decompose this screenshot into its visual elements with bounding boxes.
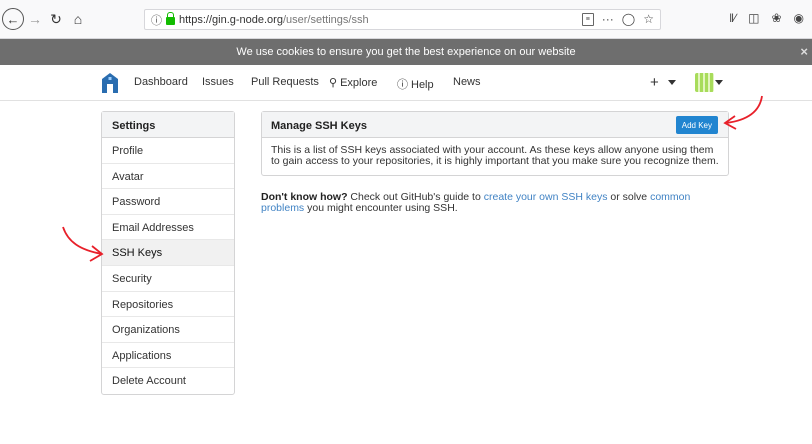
- nav-explore-label: Explore: [340, 77, 378, 89]
- gin-logo-icon[interactable]: [102, 73, 118, 93]
- nav-help-label: Help: [411, 79, 434, 91]
- close-icon[interactable]: ×: [800, 44, 808, 59]
- sidebar-item-ssh-keys[interactable]: SSH Keys: [102, 240, 234, 266]
- back-arrow-icon[interactable]: ←: [2, 8, 24, 30]
- panel-description: This is a list of SSH keys associated wi…: [271, 144, 719, 167]
- sidebar-toggle-icon[interactable]: ◫: [748, 11, 759, 25]
- home-icon[interactable]: ⌂: [69, 9, 87, 29]
- address-bar-tools: ≡ ··· ◯ ☆: [581, 12, 654, 26]
- nav-pull-requests[interactable]: Pull Requests: [251, 76, 319, 88]
- add-key-button[interactable]: Add Key: [675, 116, 718, 134]
- help-circle-icon: ⓘ: [397, 79, 408, 91]
- sidebar-item-password[interactable]: Password: [102, 189, 234, 215]
- sidebar-item-email-addresses[interactable]: Email Addresses: [102, 215, 234, 241]
- chevron-down-icon[interactable]: [668, 80, 676, 85]
- menu-icon[interactable]: ◉: [794, 11, 804, 25]
- lock-icon: [166, 12, 175, 25]
- sidebar-item-organizations[interactable]: Organizations: [102, 317, 234, 343]
- sidebar-item-security[interactable]: Security: [102, 266, 234, 292]
- nav-explore[interactable]: ⚲ Explore: [329, 76, 377, 89]
- address-bar[interactable]: ⓘ https://gin.g-node.org/user/settings/s…: [144, 9, 661, 30]
- settings-sidebar: Settings Profile Avatar Password Email A…: [101, 111, 235, 395]
- nav-dashboard[interactable]: Dashboard: [134, 76, 188, 88]
- browser-toolbar: ← → ↻ ⌂ ⓘ https://gin.g-node.org/user/se…: [0, 0, 812, 39]
- nav-help[interactable]: ⓘ Help: [397, 76, 434, 92]
- ssh-help-text: Don't know how? Check out GitHub's guide…: [261, 192, 731, 214]
- cookie-message: We use cookies to ensure you get the bes…: [236, 46, 576, 58]
- nav-news[interactable]: News: [453, 76, 481, 88]
- page-actions-icon[interactable]: ···: [602, 12, 614, 26]
- sidebar-item-repositories[interactable]: Repositories: [102, 292, 234, 318]
- panel-title: Manage SSH Keys: [271, 120, 367, 132]
- search-icon: ⚲: [329, 77, 338, 89]
- reader-view-icon[interactable]: ≡: [581, 12, 594, 26]
- nav-issues[interactable]: Issues: [202, 76, 234, 88]
- browser-right-tools: ‖∕ ◫ ❀ ◉: [729, 11, 804, 25]
- sidebar-item-delete-account[interactable]: Delete Account: [102, 368, 234, 394]
- create-ssh-keys-link[interactable]: create your own SSH keys: [484, 191, 608, 203]
- extension-icon[interactable]: ❀: [771, 11, 781, 25]
- sidebar-item-applications[interactable]: Applications: [102, 343, 234, 369]
- cookie-banner: We use cookies to ensure you get the bes…: [0, 39, 812, 65]
- app-header: Dashboard Issues Pull Requests ⚲ Explore …: [0, 65, 812, 101]
- url-path: /user/settings/ssh: [282, 13, 369, 26]
- reload-icon[interactable]: ↻: [48, 9, 64, 29]
- help-text-2: or solve: [607, 191, 651, 203]
- url-host: https://gin.g-node.org: [179, 13, 283, 26]
- avatar[interactable]: [695, 73, 714, 92]
- info-icon[interactable]: ⓘ: [151, 12, 162, 28]
- url-text[interactable]: https://gin.g-node.org/user/settings/ssh: [179, 14, 369, 26]
- sidebar-title: Settings: [102, 112, 234, 138]
- panel-header: Manage SSH Keys Add Key: [262, 112, 728, 138]
- create-menu-button[interactable]: +: [650, 74, 659, 91]
- bookmark-star-icon[interactable]: ☆: [643, 12, 654, 26]
- library-icon[interactable]: ‖∕: [729, 11, 736, 25]
- sidebar-item-avatar[interactable]: Avatar: [102, 164, 234, 190]
- annotation-arrow-ssh-keys: [62, 226, 104, 262]
- forward-arrow-icon[interactable]: →: [27, 9, 43, 29]
- pocket-icon[interactable]: ◯: [622, 12, 635, 26]
- help-text-3: you might encounter using SSH.: [304, 202, 458, 214]
- ssh-keys-panel: Manage SSH Keys Add Key This is a list o…: [261, 111, 729, 176]
- sidebar-item-profile[interactable]: Profile: [102, 138, 234, 164]
- annotation-arrow-add-key: [723, 95, 763, 130]
- chevron-down-icon[interactable]: [715, 80, 723, 85]
